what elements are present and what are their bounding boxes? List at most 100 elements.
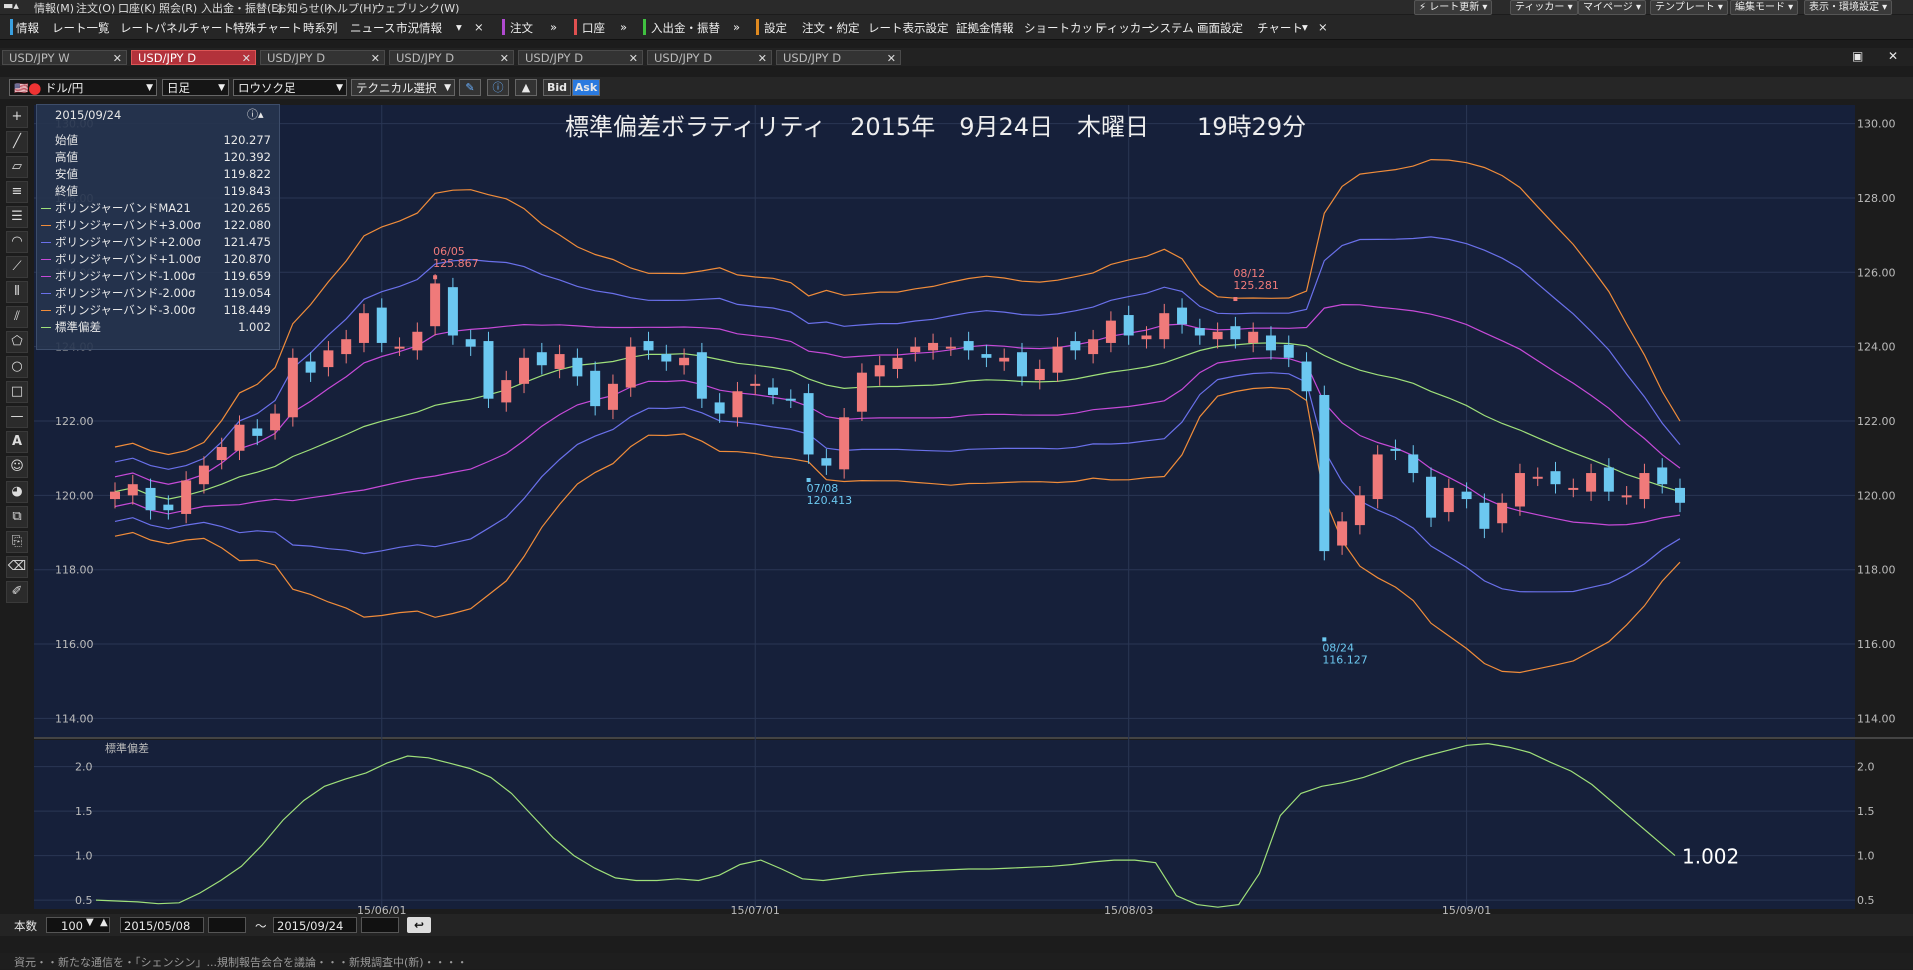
close-icon[interactable]: ✕ [371, 51, 380, 66]
toolbar-market-info[interactable]: 市況情報 [396, 20, 442, 36]
close-icon[interactable]: ✕ [1888, 49, 1898, 63]
tab-usdjpy-d[interactable]: USD/JPY D ✕ [518, 50, 643, 65]
menu-item-help[interactable]: ヘルプ(H) [326, 0, 376, 16]
display-settings-button[interactable]: 表示・環境設定 ▾ [1804, 0, 1893, 15]
circle-icon[interactable]: ○ [6, 356, 28, 378]
paste-icon[interactable]: ⎘ [6, 531, 28, 553]
tab-usdjpy-w[interactable]: USD/JPY W ✕ [2, 50, 127, 65]
toolbar-timeseries[interactable]: 時系列 [303, 20, 338, 36]
toolbar-special-chart[interactable]: 特殊チャート [233, 20, 302, 36]
chevron-down-icon[interactable]: ▼ [86, 917, 94, 928]
tab-usdjpy-d[interactable]: USD/JPY D ✕ [260, 50, 385, 65]
crosshair-icon[interactable]: + [6, 106, 28, 128]
vertical-lines-icon[interactable]: ⦀ [6, 281, 28, 303]
rate-update-button[interactable]: ⚡ レート更新 ▾ [1414, 0, 1493, 15]
toolbar-close-icon[interactable]: × [1318, 20, 1328, 34]
toolbar-news[interactable]: ニュース [350, 20, 395, 36]
info-row: ボリンジャーバンド-3.00σ 118.449 [37, 302, 279, 319]
toolbar-info-label[interactable]: 情報 [16, 20, 39, 36]
area-chart-icon[interactable]: ▲ [515, 79, 537, 96]
line-icon[interactable]: — [6, 406, 28, 428]
trendline-icon[interactable]: ╱ [6, 131, 28, 153]
horizontal-lines-icon[interactable]: ≡ [6, 181, 28, 203]
toolbar-more-icon[interactable]: » [620, 20, 627, 34]
delete-all-icon[interactable]: ✐ [6, 581, 28, 603]
menu-item-weblink[interactable]: ウェブリンク(W) [374, 0, 459, 16]
toolbar-screen-settings[interactable]: 画面設定 [1197, 20, 1243, 36]
menu-item-info[interactable]: 情報(M) [34, 0, 74, 16]
toolbar-more-icon[interactable]: » [550, 20, 557, 34]
toolbar-dropdown-icon[interactable]: ▾ [456, 20, 462, 34]
close-icon[interactable]: ✕ [758, 51, 767, 66]
rectangle-icon[interactable]: □ [6, 381, 28, 403]
text-icon[interactable]: A [6, 431, 28, 453]
ask-button[interactable]: Ask [572, 79, 600, 96]
menu-item-news[interactable]: お知らせ(I) [276, 0, 332, 16]
toolbar-margin-info[interactable]: 証拠金情報 [956, 20, 1014, 36]
period-select[interactable]: 日足 ▼ [162, 79, 229, 96]
toolbar-rate-display[interactable]: レート表示設定 [868, 20, 949, 36]
tab-usdjpy-d[interactable]: USD/JPY D ✕ [776, 50, 901, 65]
close-icon[interactable]: ✕ [113, 51, 122, 66]
toolbar-settings[interactable]: 設定 [764, 20, 787, 36]
chart-type-select[interactable]: ロウソク足 ▼ [233, 79, 347, 96]
toolbar-system[interactable]: システム [1148, 20, 1194, 36]
bid-button[interactable]: Bid [543, 79, 571, 96]
menu-item-transfer[interactable]: 入出金・振替(E) [201, 0, 283, 16]
close-icon[interactable]: ✕ [629, 51, 638, 66]
tab-usdjpy-d[interactable]: USD/JPY D ✕ [647, 50, 772, 65]
toolbar-chart-settings[interactable]: チャート [1257, 20, 1303, 36]
template-button[interactable]: テンプレート ▾ [1650, 0, 1728, 15]
toolbar-more-icon[interactable]: » [733, 20, 740, 34]
draw-tool-icon[interactable]: ✎ [459, 79, 481, 96]
close-icon[interactable]: ✕ [887, 51, 896, 66]
toolbar-rate-panel[interactable]: レートパネル [120, 20, 189, 36]
pentagon-icon[interactable]: ⬠ [6, 331, 28, 353]
ruler-icon[interactable]: ▱ [6, 156, 28, 178]
close-icon[interactable]: ✕ [242, 51, 251, 66]
tab-usdjpy-d-active[interactable]: USD/JPY D ✕ [131, 50, 256, 65]
toolbar-shortcut[interactable]: ショートカット [1024, 20, 1105, 36]
info-toggle-icon[interactable]: ⓘ▴ [247, 106, 264, 122]
candle-body [1194, 328, 1205, 336]
toolbar-transfer[interactable]: 入出金・振替 [651, 20, 720, 36]
toolbar-rate-list[interactable]: レート一覧 [52, 20, 110, 36]
return-icon[interactable]: ↩ [407, 917, 431, 933]
to-date-input[interactable]: 2015/09/24 [273, 917, 357, 933]
eraser-icon[interactable]: ◕ [6, 481, 28, 503]
toolbar-chart[interactable]: チャート [188, 20, 234, 36]
technical-select-button[interactable]: テクニカル選択 ▼ [351, 79, 455, 96]
edit-mode-button[interactable]: 編集モード ▾ [1730, 0, 1799, 15]
close-icon[interactable]: ✕ [500, 51, 509, 66]
toolbar-dropdown-icon[interactable]: ▾ [1302, 20, 1308, 34]
toolbar-ticker[interactable]: ティッカー [1096, 20, 1153, 36]
copy-icon[interactable]: ⧉ [6, 506, 28, 528]
series-swatch [41, 310, 51, 311]
menu-item-account[interactable]: 口座(K) [118, 0, 156, 16]
toolbar-order[interactable]: 注文 [510, 20, 533, 36]
stamp-icon[interactable]: ☺ [6, 456, 28, 478]
arc-icon[interactable]: ◠ [6, 231, 28, 253]
fibonacci-icon[interactable]: ☰ [6, 206, 28, 228]
currency-select[interactable]: 🇺🇸⬤ ドル/円 ▼ [9, 79, 157, 96]
toolbar-close-icon[interactable]: × [474, 20, 484, 34]
app-menu-icon[interactable]: ▬▴ [3, 0, 19, 12]
menu-item-order[interactable]: 注文(O) [76, 0, 115, 16]
from-time-input[interactable] [208, 917, 246, 933]
channel-icon[interactable]: ⫽ [6, 306, 28, 328]
menu-item-inquiry[interactable]: 照会(R) [159, 0, 197, 16]
fan-icon[interactable]: ⟋ [6, 256, 28, 278]
mypage-button[interactable]: マイページ ▾ [1578, 0, 1647, 15]
annotation-marker [433, 275, 438, 280]
maximize-icon[interactable]: ▣ [1852, 49, 1863, 63]
info-icon[interactable]: ⓘ [487, 79, 509, 96]
delete-icon[interactable]: ⌫ [6, 556, 28, 578]
from-date-input[interactable]: 2015/05/08 [120, 917, 204, 933]
chevron-up-icon[interactable]: ▲ [100, 917, 108, 928]
toolbar-order-fill[interactable]: 注文・約定 [802, 20, 860, 36]
to-time-input[interactable] [361, 917, 399, 933]
ticker-button[interactable]: ティッカー ▾ [1510, 0, 1578, 15]
tab-usdjpy-d[interactable]: USD/JPY D ✕ [389, 50, 514, 65]
toolbar-account[interactable]: 口座 [582, 20, 605, 36]
chart-canvas[interactable]: 130.00130.00128.00128.00126.00126.00124.… [0, 99, 1913, 914]
